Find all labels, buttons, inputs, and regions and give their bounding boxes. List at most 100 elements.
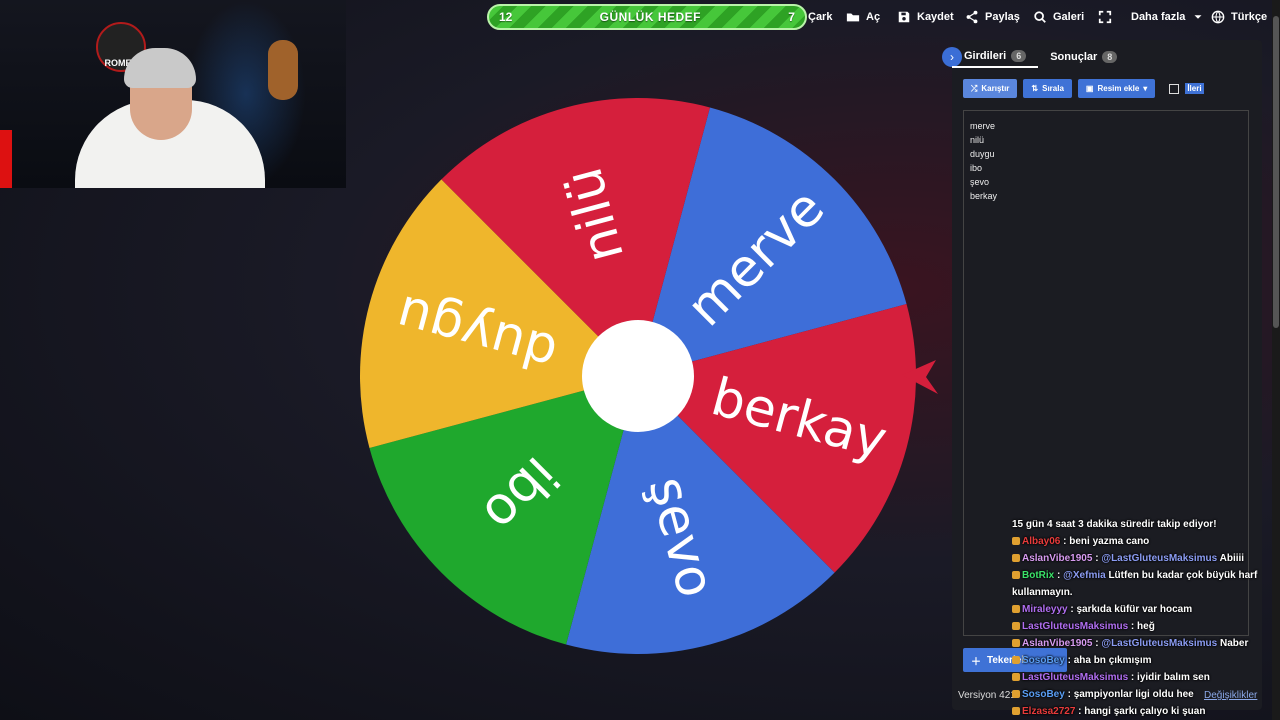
goal-right-count: 7 bbox=[788, 10, 795, 24]
chat-message: LastGluteusMaksimus : iyidir balım sen bbox=[1012, 669, 1274, 686]
chat-username[interactable]: Albay06 bbox=[1022, 536, 1060, 547]
chat-username[interactable]: Miraleyyy bbox=[1022, 604, 1068, 615]
chat-message: Elzasa2727 : hangi şarkı çalıyo ki şuan bbox=[1012, 703, 1274, 720]
menu-item-open[interactable]: Aç bbox=[846, 0, 880, 34]
chat-separator: : bbox=[1128, 672, 1138, 683]
badge-icon bbox=[1012, 554, 1020, 562]
save-icon bbox=[898, 11, 910, 23]
chat-text: Naber bbox=[1219, 638, 1249, 649]
chat-message: AslanVibe1905 : @LastGluteusMaksimus Nab… bbox=[1012, 635, 1274, 652]
page-scrollbar[interactable] bbox=[1272, 0, 1280, 720]
entry-line: şevo bbox=[970, 177, 990, 187]
shuffle-icon: ⤮ bbox=[971, 83, 978, 93]
badge-icon bbox=[1012, 690, 1020, 698]
entry-line: merve bbox=[970, 121, 996, 131]
chat-message: LastGluteusMaksimus : heğ bbox=[1012, 618, 1274, 635]
chat-text: şarkıda küfür var hocam bbox=[1076, 604, 1193, 615]
chat-text: hangi şarkı çalıyo ki şuan bbox=[1084, 706, 1206, 717]
menu-item-more[interactable]: Daha fazla bbox=[1131, 0, 1205, 34]
chat-mention: @LastGluteusMaksimus bbox=[1101, 553, 1220, 564]
entry-line: nilü bbox=[970, 135, 985, 145]
chat-mention: @LastGluteusMaksimus bbox=[1101, 638, 1220, 649]
image-icon: ▣ bbox=[1085, 84, 1094, 93]
scrollbar-thumb[interactable] bbox=[1273, 16, 1279, 328]
chat-separator: : bbox=[1064, 655, 1074, 666]
menu-item-share[interactable]: Paylaş bbox=[965, 0, 1020, 34]
fullscreen-icon bbox=[1098, 10, 1112, 24]
chat-username[interactable]: SosoBey bbox=[1022, 689, 1065, 700]
chat-message: BotRix : @Xefmia Lütfen bu kadar çok büy… bbox=[1012, 567, 1274, 601]
chat-separator: : bbox=[1060, 536, 1070, 547]
chat-text: heğ bbox=[1137, 621, 1155, 632]
fullscreen-button[interactable] bbox=[1098, 0, 1112, 34]
badge-icon bbox=[1012, 605, 1020, 613]
entry-line: ibo bbox=[970, 163, 983, 173]
badge-icon bbox=[1012, 571, 1020, 579]
chat-username[interactable]: AslanVibe1905 bbox=[1022, 553, 1092, 564]
entries-toolbar: ⤮ Karıştır ⇅ Sırala ▣ Resim ekle ▾ İleri bbox=[963, 79, 1204, 98]
panel-tabs: Girdileri 6 Sonuçlar 8 bbox=[952, 46, 1262, 68]
chat-username[interactable]: BotRix bbox=[1022, 570, 1054, 581]
tab-results[interactable]: Sonuçlar 8 bbox=[1038, 46, 1129, 68]
menu-item-save[interactable]: Kaydet bbox=[897, 0, 954, 34]
chat-message: 15 gün 4 saat 3 dakika süredir takip edi… bbox=[1012, 516, 1274, 533]
chevron-down-icon: ▾ bbox=[1143, 84, 1148, 93]
search-icon bbox=[1034, 11, 1046, 23]
wheel-svg[interactable]: merveberkayşevoiboduygunilü bbox=[360, 97, 916, 654]
folder-open-icon bbox=[846, 13, 860, 22]
sort-icon: ⇅ bbox=[1031, 84, 1039, 93]
chat-text: iyidir balım sen bbox=[1137, 672, 1210, 683]
plus-icon: ＋ bbox=[971, 656, 981, 668]
wheel-center-button[interactable] bbox=[582, 320, 694, 432]
entry-line: duygu bbox=[970, 149, 995, 159]
entry-line: berkay bbox=[970, 191, 998, 201]
add-image-button[interactable]: ▣ Resim ekle ▾ bbox=[1077, 79, 1156, 98]
entries-count-badge: 6 bbox=[1011, 50, 1027, 62]
badge-icon bbox=[1012, 673, 1020, 681]
chat-separator: : bbox=[1092, 638, 1102, 649]
chat-text: aha bn çıkmışım bbox=[1073, 655, 1152, 666]
guitar bbox=[268, 40, 298, 100]
daily-goal-bar: 12 GÜNLÜK HEDEF 7 bbox=[487, 4, 807, 30]
chat-username[interactable]: LastGluteusMaksimus bbox=[1022, 621, 1128, 632]
share-icon bbox=[966, 10, 978, 24]
version-label: Versiyon 421 bbox=[958, 690, 1016, 701]
globe-icon bbox=[1211, 10, 1225, 24]
tab-entries[interactable]: Girdileri 6 bbox=[952, 46, 1039, 68]
chat-username[interactable]: AslanVibe1905 bbox=[1022, 638, 1092, 649]
menu-item-gallery[interactable]: Galeri bbox=[1033, 0, 1084, 34]
chat-separator: : bbox=[1092, 553, 1102, 564]
badge-icon bbox=[1012, 639, 1020, 647]
menu-item-wheel[interactable]: Çark bbox=[808, 0, 832, 34]
chat-text: şampiyonlar ligi oldu hee bbox=[1073, 689, 1194, 700]
chat-message: SosoBey : aha bn çıkmışım bbox=[1012, 652, 1274, 669]
chat-username[interactable]: Elzasa2727 bbox=[1022, 706, 1075, 717]
chat-message: Miraleyyy : şarkıda küfür var hocam bbox=[1012, 601, 1274, 618]
chevron-down-icon bbox=[1194, 15, 1202, 19]
results-count-badge: 8 bbox=[1102, 51, 1118, 63]
shuffle-button[interactable]: ⤮ Karıştır bbox=[963, 79, 1018, 98]
advanced-label[interactable]: İleri bbox=[1185, 83, 1204, 94]
badge-icon bbox=[1012, 656, 1020, 664]
chat-message: AslanVibe1905 : @LastGluteusMaksimus Abi… bbox=[1012, 550, 1274, 567]
chat-username[interactable]: LastGluteusMaksimus bbox=[1022, 672, 1128, 683]
chat-separator: : bbox=[1064, 689, 1074, 700]
chat-message: SosoBey : şampiyonlar ligi oldu hee bbox=[1012, 686, 1274, 703]
sort-button[interactable]: ⇅ Sırala bbox=[1023, 79, 1072, 98]
chat-message: Albay06 : beni yazma cano bbox=[1012, 533, 1274, 550]
badge-icon bbox=[1012, 707, 1020, 715]
chat-text: beni yazma cano bbox=[1069, 536, 1150, 547]
advanced-checkbox[interactable] bbox=[1169, 83, 1180, 94]
chat-text: 15 gün 4 saat 3 dakika süredir takip edi… bbox=[1012, 519, 1217, 530]
chat-mention: @Xefmia bbox=[1063, 570, 1109, 581]
chat-separator: : bbox=[1075, 706, 1085, 717]
chat-text: Abiiii bbox=[1219, 553, 1245, 564]
language-selector[interactable]: Türkçe bbox=[1211, 0, 1267, 34]
wheel-pointer-icon bbox=[902, 360, 938, 394]
badge-icon bbox=[1012, 537, 1020, 545]
spin-wheel[interactable]: merve berkay şevo ibo duygu nilü bbox=[360, 97, 916, 654]
goal-left-count: 12 bbox=[499, 10, 513, 24]
chat-overlay: 15 gün 4 saat 3 dakika süredir takip edi… bbox=[1012, 516, 1274, 720]
chat-username[interactable]: SosoBey bbox=[1022, 655, 1065, 666]
webcam-overlay: ROMES bbox=[0, 0, 346, 188]
